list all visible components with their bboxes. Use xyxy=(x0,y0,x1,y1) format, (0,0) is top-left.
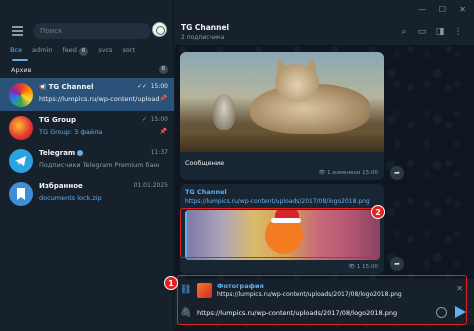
chat-name: Telegram xyxy=(39,149,84,157)
search-icon[interactable]: ⌕ xyxy=(398,26,410,38)
tab-sort[interactable]: sort xyxy=(123,44,136,56)
chat-name: 📢 TG Channel xyxy=(39,83,94,91)
folder-tabs: Все admin feed 6 svcs sort xyxy=(10,44,135,56)
chat-item-tg-group[interactable]: TG Group ✓ 15:00 TG Group: 3 файла 📌 xyxy=(0,111,174,144)
hamburger-menu-icon[interactable] xyxy=(12,26,24,36)
chat-title: TG Channel xyxy=(181,23,230,32)
chat-list-pane: Поиск Все admin feed 6 svcs sort Архив 8 … xyxy=(0,0,174,331)
comments-icon[interactable]: ▭ xyxy=(416,26,428,38)
tab-svcs[interactable]: svcs xyxy=(98,44,112,56)
pin-icon: 📌 xyxy=(159,95,167,102)
forward-icon[interactable]: ➦ xyxy=(390,257,404,271)
chat-time: 01.01.2025 xyxy=(133,182,168,189)
annotation-badge-1: 1 xyxy=(164,276,178,290)
sidebar-toggle-icon[interactable]: ◨ xyxy=(434,26,446,38)
message-url-link[interactable]: https://lumpics.ru/wp-content/uploads/20… xyxy=(185,198,370,205)
archive-label: Архив xyxy=(11,66,32,74)
chat-name: Избранное xyxy=(39,182,83,190)
chat-preview: Подписчики Telegram Premium банк... xyxy=(39,161,159,169)
chat-subtitle: 2 подписчика xyxy=(181,34,225,41)
minimize-icon[interactable]: — xyxy=(418,5,426,14)
tab-admin[interactable]: admin xyxy=(32,44,52,56)
more-options-icon[interactable]: ⋮ xyxy=(452,26,464,38)
chat-name: TG Group xyxy=(39,116,76,124)
tab-all[interactable]: Все xyxy=(10,44,22,56)
bot-avatar-icon[interactable] xyxy=(152,22,167,37)
chat-time: 15:00 xyxy=(150,83,168,90)
read-check-icon: ✓ xyxy=(141,116,147,123)
cat-bird-photo xyxy=(180,52,384,152)
avatar xyxy=(9,83,33,107)
chat-preview: documents lock.zip xyxy=(39,194,102,202)
read-check-icon: ✓✓ xyxy=(136,83,147,90)
telegram-window: Поиск Все admin feed 6 svcs sort Архив 8 … xyxy=(0,0,474,331)
chat-item-telegram[interactable]: Telegram 11:37 Подписчики Telegram Premi… xyxy=(0,144,174,177)
message-caption: Сообщение xyxy=(185,159,225,167)
message-photo[interactable]: Сообщение 👁 1 изменено 15:00 xyxy=(180,52,384,180)
message-meta: 👁 1 изменено 15:00 xyxy=(318,170,378,176)
tab-feed[interactable]: feed 6 xyxy=(62,44,89,56)
verified-icon xyxy=(77,150,84,156)
chat-item-tg-channel[interactable]: 📢 TG Channel ✓✓ 15:00 https://lumpics.ru… xyxy=(0,78,174,111)
chat-time: 15:00 xyxy=(150,116,168,123)
avatar xyxy=(9,116,33,140)
sidebar-toolbar: Поиск xyxy=(0,20,174,42)
close-icon[interactable]: ✕ xyxy=(459,5,466,14)
chat-preview: TG Group: 3 файла xyxy=(39,128,103,136)
forward-icon[interactable]: ➦ xyxy=(390,166,404,180)
highlight-box-preview xyxy=(180,208,376,258)
highlight-box-composer xyxy=(177,275,467,325)
window-titlebar: — ☐ ✕ xyxy=(175,0,474,20)
bookmark-icon xyxy=(9,182,33,206)
annotation-badge-2: 2 xyxy=(371,205,385,219)
search-input[interactable]: Поиск xyxy=(33,23,151,39)
telegram-logo-icon xyxy=(9,149,33,173)
active-tab-indicator xyxy=(12,59,28,61)
chat-header[interactable]: TG Channel 2 подписчика ⌕ ▭ ◨ ⋮ xyxy=(175,20,474,46)
unread-count-badge: 6 xyxy=(78,47,89,56)
message-author: TG Channel xyxy=(185,188,227,196)
message-meta: 👁 1 15:00 xyxy=(348,264,378,270)
chat-item-saved[interactable]: Избранное 01.01.2025 documents lock.zip xyxy=(0,177,174,210)
chat-preview: https://lumpics.ru/wp-content/uploads/..… xyxy=(39,95,159,103)
maximize-icon[interactable]: ☐ xyxy=(439,5,446,14)
chat-time: 11:37 xyxy=(150,149,168,156)
pin-icon: 📌 xyxy=(159,128,167,135)
archive-row[interactable]: Архив 8 xyxy=(0,64,174,76)
archive-count-badge: 8 xyxy=(158,65,168,74)
